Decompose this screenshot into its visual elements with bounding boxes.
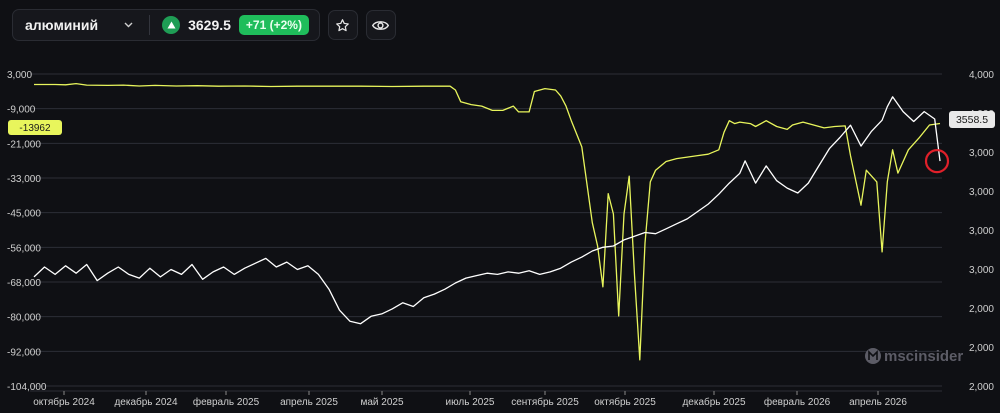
- left-tick-label: -33,000: [7, 174, 41, 185]
- time-tick-label: октябрь 2025: [594, 396, 656, 408]
- time-tick-label: октябрь 2024: [33, 396, 95, 408]
- series-layer: [33, 82, 941, 361]
- right-tick-label: 3,000: [969, 265, 994, 276]
- time-axis: октябрь 2024 декабрь 2024 февраль 2025 апре…: [30, 390, 942, 408]
- left-tick-label: 3,000: [7, 70, 32, 81]
- right-tick-label: 2,000: [969, 382, 994, 393]
- right-tick-label: 3,000: [969, 226, 994, 237]
- time-tick-label: апрель 2025: [280, 397, 338, 408]
- right-badge-text: 3558.5: [956, 114, 988, 126]
- time-tick-label: сентябрь 2025: [511, 396, 579, 408]
- watermark-text: mscinsider: [884, 348, 963, 365]
- chart-canvas: 3,000 -9,000 -21,000 -33,000 -45,000 -56,000 -…: [7, 70, 995, 408]
- right-tick-label: 3,000: [969, 148, 994, 159]
- logo-icon: [865, 348, 881, 364]
- left-tick-label: -56,000: [7, 243, 41, 254]
- position-line: [34, 82, 941, 361]
- right-tick-label: 4,000: [969, 70, 994, 81]
- right-tick-label: 2,000: [969, 304, 994, 315]
- last-point-marker: [924, 149, 950, 174]
- right-value-badge: 3558.5: [949, 111, 995, 128]
- right-tick-label: 2,000: [969, 343, 994, 354]
- time-tick-label: апрель 2026: [849, 397, 907, 408]
- left-tick-label: -21,000: [7, 139, 41, 150]
- time-tick-label: февраль 2025: [193, 396, 260, 408]
- left-value-badge: -13962: [8, 120, 62, 135]
- left-tick-label: -45,000: [7, 209, 41, 220]
- price-line: [33, 96, 941, 325]
- time-tick-label: июль 2025: [446, 397, 495, 408]
- watermark: mscinsider: [865, 348, 963, 365]
- grid-lines: [30, 73, 942, 387]
- time-tick-label: декабрь 2025: [682, 396, 746, 408]
- left-badge-text: -13962: [19, 123, 51, 134]
- left-tick-label: -68,000: [7, 278, 41, 289]
- left-tick-label: -80,000: [7, 313, 41, 324]
- time-tick-label: февраль 2026: [764, 396, 831, 408]
- time-tick-label: декабрь 2024: [114, 396, 178, 408]
- left-tick-label: -9,000: [7, 105, 36, 116]
- highlight-circle: [924, 149, 950, 174]
- time-tick-label: май 2025: [360, 397, 403, 408]
- right-tick-label: 3,000: [969, 187, 994, 198]
- left-axis: 3,000 -9,000 -21,000 -33,000 -45,000 -56,000 -…: [7, 70, 47, 393]
- left-tick-label: -92,000: [7, 347, 41, 358]
